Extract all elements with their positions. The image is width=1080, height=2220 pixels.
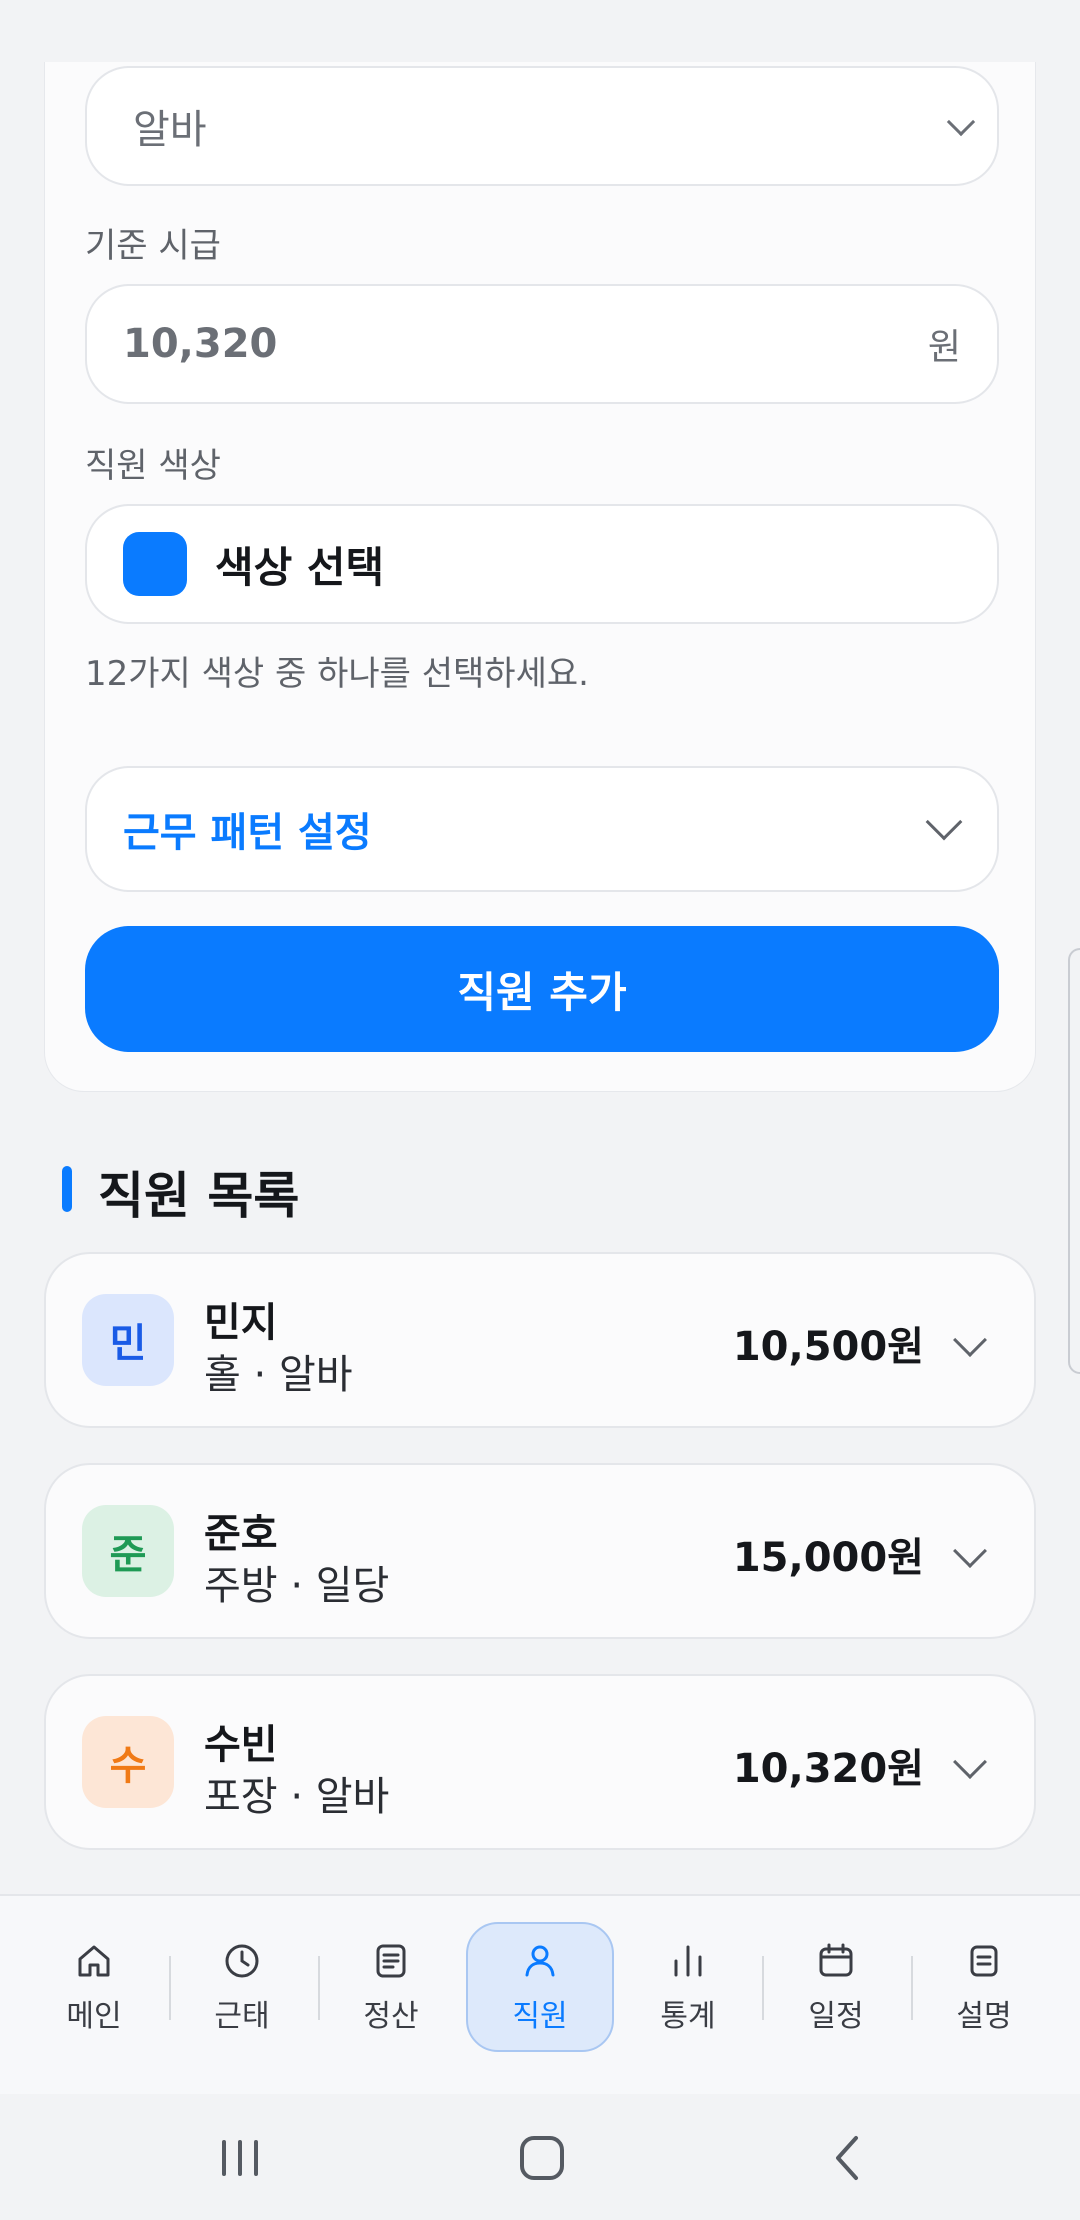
avatar: 수 [82, 1716, 174, 1808]
employee-card[interactable]: 민 민지 홀 · 알바 10,500원 [44, 1252, 1036, 1428]
nav-label: 메인 [66, 1999, 122, 2034]
color-hint: 12가지 색상 중 하나를 선택하세요. [85, 654, 589, 694]
employee-wage: 10,320원 [732, 1746, 924, 1792]
employee-list-title: 직원 목록 [98, 1167, 300, 1225]
nav-item-employees[interactable]: 직원 [466, 1922, 614, 2052]
chevron-down-icon[interactable] [953, 1534, 987, 1568]
nav-label: 근태 [214, 1999, 270, 2034]
wage-input[interactable]: 10,320 원 [85, 284, 999, 404]
home-icon [78, 1945, 110, 1977]
bar-chart-icon [674, 1945, 702, 1977]
clock-icon [225, 1944, 259, 1978]
add-employee-button[interactable]: 직원 추가 [85, 926, 999, 1052]
employee-wage: 15,000원 [732, 1535, 924, 1581]
chevron-down-icon [925, 803, 963, 841]
nav-item-help[interactable]: 설명 [910, 1922, 1058, 2052]
employee-card[interactable]: 준 준호 주방 · 일당 15,000원 [44, 1463, 1036, 1639]
nav-item-settlement[interactable]: 정산 [317, 1922, 465, 2052]
person-icon [525, 1945, 555, 1977]
chevron-down-icon [946, 107, 976, 137]
chevron-down-icon[interactable] [953, 1745, 987, 1779]
work-pattern-label: 근무 패턴 설정 [123, 810, 372, 856]
nav-label: 직원 [512, 1999, 568, 2034]
employee-meta: 포장 · 알바 [204, 1774, 390, 1820]
employee-card[interactable]: 수 수빈 포장 · 알바 10,320원 [44, 1674, 1036, 1850]
avatar: 민 [82, 1294, 174, 1386]
nav-item-attendance[interactable]: 근태 [168, 1922, 316, 2052]
employment-type-select[interactable]: 알바 [85, 66, 999, 186]
employee-name: 수빈 [204, 1722, 278, 1768]
avatar: 준 [82, 1505, 174, 1597]
color-swatch [123, 532, 187, 596]
section-accent-bar [62, 1166, 72, 1212]
color-picker-button[interactable]: 색상 선택 [85, 504, 999, 624]
color-label: 직원 색상 [85, 446, 221, 486]
nav-item-home[interactable]: 메인 [20, 1922, 168, 2052]
wage-label: 기준 시급 [85, 226, 221, 266]
nav-label: 일정 [808, 1999, 864, 2034]
employee-name: 민지 [204, 1300, 278, 1346]
back-icon[interactable] [818, 2128, 878, 2188]
recent-apps-icon[interactable] [210, 2128, 270, 2188]
system-nav-bar [0, 2094, 1080, 2220]
calendar-icon [819, 1943, 853, 1977]
wage-unit: 원 [927, 327, 961, 368]
chevron-down-icon[interactable] [953, 1323, 987, 1357]
employee-wage: 10,500원 [732, 1324, 924, 1370]
nav-label: 정산 [363, 1999, 419, 2034]
work-pattern-toggle[interactable]: 근무 패턴 설정 [85, 766, 999, 892]
wage-value: 10,320 [123, 321, 278, 367]
note-icon [970, 1945, 998, 1977]
side-panel-handle[interactable] [1068, 948, 1080, 1374]
nav-item-statistics[interactable]: 통계 [614, 1922, 762, 2052]
employee-form-card: 알바 기준 시급 10,320 원 직원 색상 색상 선택 12가지 색상 중 … [44, 62, 1036, 1092]
nav-label: 통계 [660, 1999, 716, 2034]
color-picker-label: 색상 선택 [215, 542, 385, 592]
employment-type-value: 알바 [133, 107, 207, 153]
employee-name: 준호 [204, 1511, 278, 1557]
document-icon [376, 1944, 406, 1978]
employee-meta: 주방 · 일당 [204, 1563, 390, 1609]
nav-label: 설명 [956, 1999, 1012, 2034]
home-button-icon[interactable] [512, 2128, 572, 2188]
employee-meta: 홀 · 알바 [204, 1352, 353, 1398]
bottom-nav: 메인 근태 정산 직원 통계 일정 설명 [0, 1894, 1080, 2094]
nav-item-schedule[interactable]: 일정 [762, 1922, 910, 2052]
